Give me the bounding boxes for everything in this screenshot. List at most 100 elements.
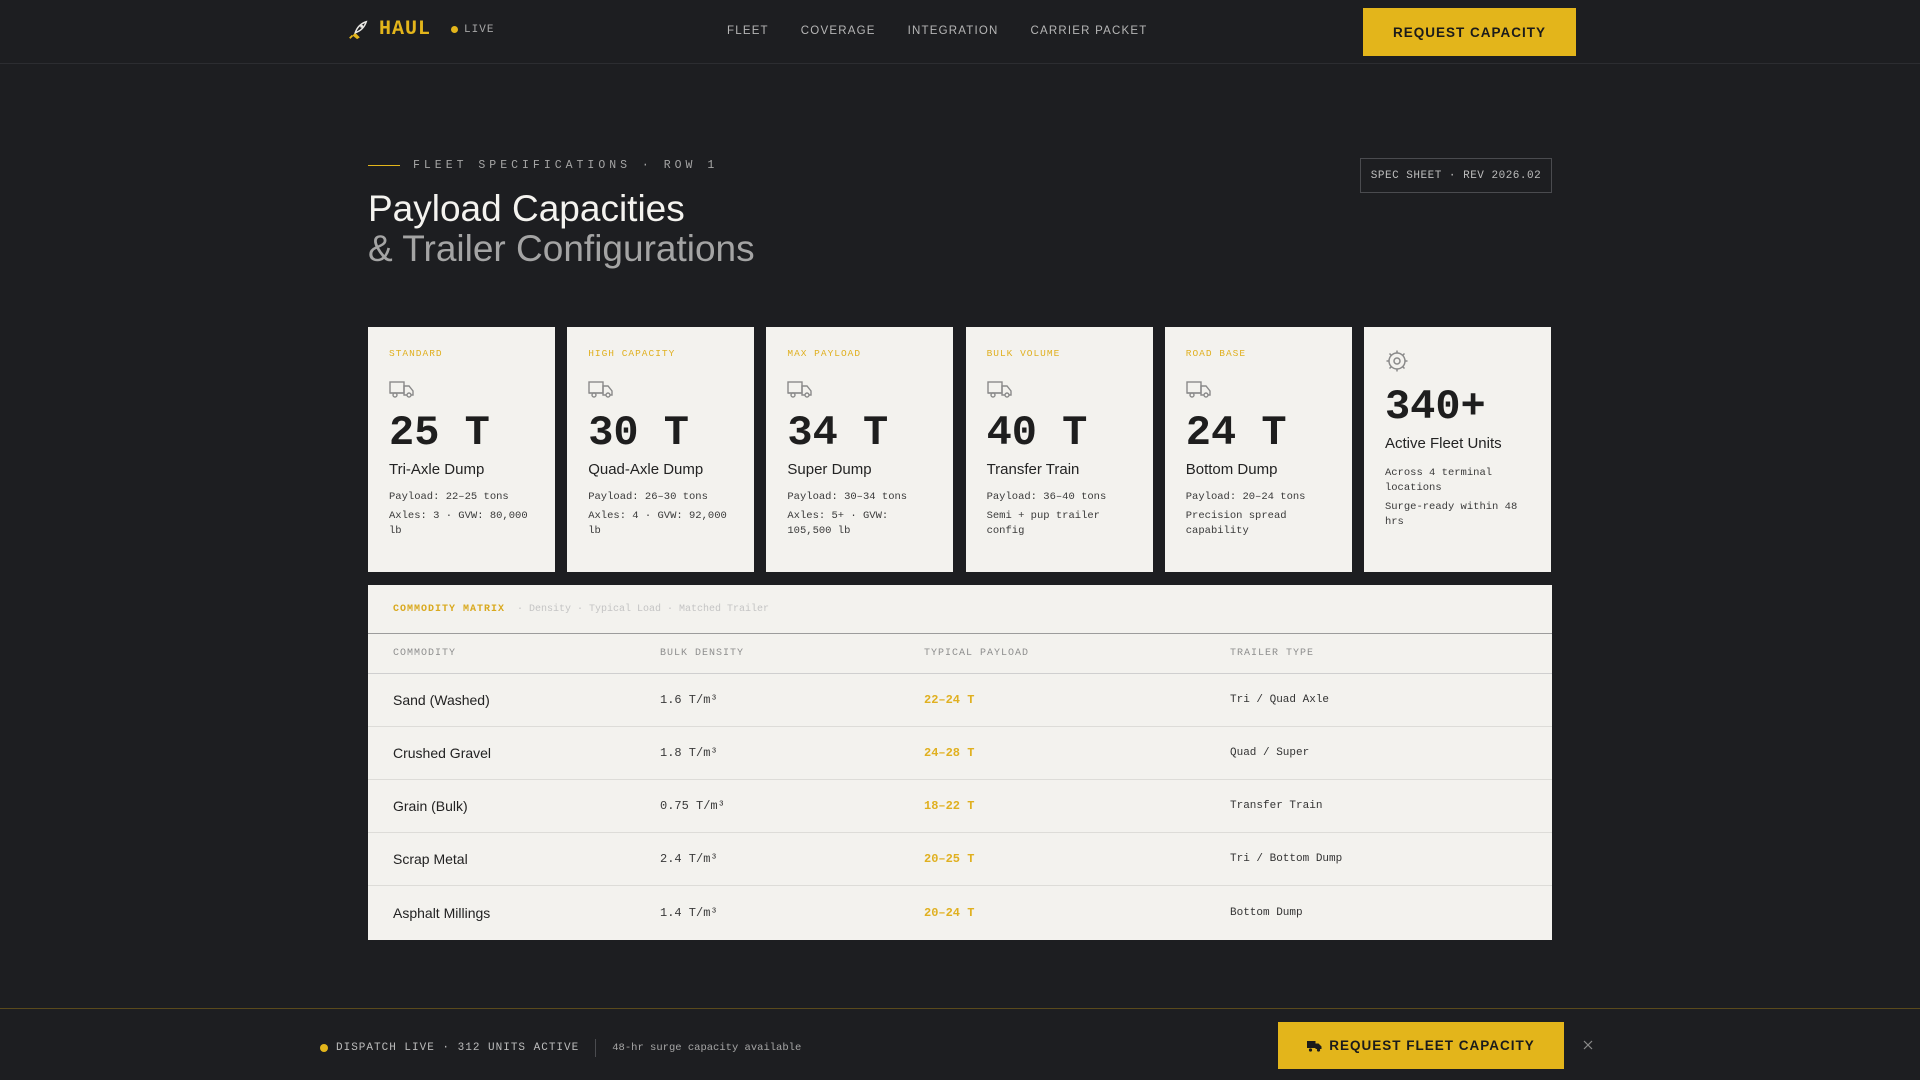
cell-payload: 22–24 T xyxy=(924,693,975,707)
cell-payload: 18–22 T xyxy=(924,799,975,813)
close-button[interactable] xyxy=(1580,1037,1596,1053)
nav-integration[interactable]: INTEGRATION xyxy=(908,25,999,37)
main-nav: FLEET COVERAGE INTEGRATION CARRIER PACKE… xyxy=(727,25,1179,37)
fleet-card-super-dump[interactable]: MAX PAYLOAD 34 T Super Dump Payload: 30–… xyxy=(766,327,954,572)
card-payload: Payload: 20–24 tons xyxy=(1185,491,1306,503)
brand[interactable]: HAUL LIVE xyxy=(347,18,494,41)
cell-trailer: Bottom Dump xyxy=(1230,906,1303,919)
truck-icon xyxy=(986,381,1012,398)
card-value: 30 T xyxy=(588,409,690,457)
cell-trailer: Tri / Bottom Dump xyxy=(1230,853,1343,865)
cell-density: 1.8 T/m³ xyxy=(660,746,718,760)
card-tag: ROAD BASE xyxy=(1185,348,1247,359)
nav-coverage[interactable]: COVERAGE xyxy=(801,25,876,37)
fleet-card-quad-axle[interactable]: HIGH CAPACITY 30 T Quad-Axle Dump Payloa… xyxy=(567,327,755,572)
card-surge: Surge-ready within 48 hrs xyxy=(1384,501,1518,528)
matrix-header: COMMODITY MATRIX · Density · Typical Loa… xyxy=(368,585,1552,634)
dispatch-dot xyxy=(320,1044,328,1052)
cta-label: REQUEST FLEET CAPACITY xyxy=(1329,1038,1535,1053)
dispatch-bar: DISPATCH LIVE · 312 UNITS ACTIVE 48-hr s… xyxy=(0,1008,1920,1080)
cell-payload: 20–25 T xyxy=(924,852,975,866)
table-row[interactable]: Crushed Gravel 1.8 T/m³ 24–28 T Quad / S… xyxy=(368,727,1552,780)
card-name: Quad-Axle Dump xyxy=(588,461,704,478)
truck-icon xyxy=(1307,1040,1322,1052)
gear-icon xyxy=(1386,350,1408,372)
card-payload: Payload: 30–34 tons xyxy=(787,491,908,503)
fleet-card-transfer-train[interactable]: BULK VOLUME 40 T Transfer Train Payload:… xyxy=(965,327,1153,572)
cell-density: 0.75 T/m³ xyxy=(660,799,725,813)
eyebrow-line xyxy=(368,165,400,166)
card-spec: Precision spread capability xyxy=(1185,510,1287,537)
truck-icon xyxy=(389,381,414,398)
card-tag: MAX PAYLOAD xyxy=(787,348,862,359)
table-row[interactable]: Sand (Washed) 1.6 T/m³ 22–24 T Tri / Qua… xyxy=(368,674,1552,727)
table-header-row: COMMODITY BULK DENSITY TYPICAL PAYLOAD T… xyxy=(368,634,1552,674)
cell-density: 2.4 T/m³ xyxy=(660,852,718,866)
cell-trailer: Tri / Quad Axle xyxy=(1230,694,1330,706)
matrix-title: COMMODITY MATRIX xyxy=(393,603,506,615)
card-spec: Axles: 5+ · GVW: 105,500 lb xyxy=(787,510,889,537)
surge-text: 48-hr surge capacity available xyxy=(612,1042,802,1054)
table-row[interactable]: Grain (Bulk) 0.75 T/m³ 18–22 T Transfer … xyxy=(368,780,1552,833)
fleet-card-active-units[interactable]: 340+ Active Fleet Units Across 4 termina… xyxy=(1363,327,1551,572)
cell-density: 1.4 T/m³ xyxy=(660,905,718,920)
divider xyxy=(595,1039,597,1057)
card-spec: Axles: 3 · GVW: 80,000 lb xyxy=(389,510,528,537)
request-fleet-capacity-button[interactable]: REQUEST FLEET CAPACITY xyxy=(1278,1022,1564,1069)
fleet-count: 340+ xyxy=(1384,383,1486,431)
fleet-card-tri-axle[interactable]: STANDARD 25 T Tri-Axle Dump Payload: 22–… xyxy=(368,327,555,572)
close-icon xyxy=(1583,1040,1593,1050)
cell-payload: 24–28 T xyxy=(924,746,975,760)
table-row[interactable]: Asphalt Millings 1.4 T/m³ 20–24 T Bottom… xyxy=(368,886,1552,939)
fleet-cards: STANDARD 25 T Tri-Axle Dump Payload: 22–… xyxy=(368,327,1551,572)
cell-density: 1.6 T/m³ xyxy=(660,693,718,707)
card-tag: HIGH CAPACITY xyxy=(588,348,676,359)
card-payload: Payload: 26–30 tons xyxy=(588,491,708,503)
card-value: 25 T xyxy=(389,409,490,457)
card-value: 24 T xyxy=(1185,409,1287,457)
dispatch-status: DISPATCH LIVE · 312 UNITS ACTIVE 48-hr s… xyxy=(320,1039,801,1057)
card-locations: Across 4 terminal locations xyxy=(1384,467,1493,494)
fleet-card-bottom-dump[interactable]: ROAD BASE 24 T Bottom Dump Payload: 20–2… xyxy=(1164,327,1352,572)
card-name: Active Fleet Units xyxy=(1384,435,1502,452)
truck-icon xyxy=(1186,381,1211,398)
live-indicator: LIVE xyxy=(451,24,494,36)
nav-fleet[interactable]: FLEET xyxy=(727,25,769,37)
cell-payload: 20–24 T xyxy=(924,905,975,920)
live-dot xyxy=(451,26,459,33)
card-tag: BULK VOLUME xyxy=(986,348,1061,359)
cell-trailer: Quad / Super xyxy=(1230,747,1310,759)
card-name: Super Dump xyxy=(787,461,872,478)
cell-commodity: Asphalt Millings xyxy=(393,904,491,921)
cell-commodity: Sand (Washed) xyxy=(393,692,490,708)
col-commodity: COMMODITY xyxy=(393,648,457,659)
card-tag: STANDARD xyxy=(389,348,443,359)
card-spec: Axles: 4 · GVW: 92,000 lb xyxy=(588,510,727,537)
nav-carrier-packet[interactable]: CARRIER PACKET xyxy=(1031,25,1148,37)
page-subtitle: & Trailer Configurations xyxy=(368,228,755,269)
matrix-subtitle: · Density · Typical Load · Matched Trail… xyxy=(517,603,770,615)
rocket-icon xyxy=(349,20,368,39)
cell-trailer: Transfer Train xyxy=(1230,800,1323,812)
col-typical-payload: TYPICAL PAYLOAD xyxy=(924,648,1030,659)
request-capacity-button[interactable]: REQUEST CAPACITY xyxy=(1363,8,1576,56)
col-trailer-type: TRAILER TYPE xyxy=(1230,648,1315,659)
truck-icon xyxy=(588,381,613,398)
card-spec: Semi + pup trailer config xyxy=(986,510,1100,537)
card-payload: Payload: 36–40 tons xyxy=(986,491,1107,503)
page-title: Payload Capacities xyxy=(368,188,685,229)
commodity-matrix: COMMODITY MATRIX · Density · Typical Loa… xyxy=(368,585,1552,940)
cell-commodity: Crushed Gravel xyxy=(393,745,492,761)
eyebrow-text: FLEET SPECIFICATIONS · ROW 1 xyxy=(413,159,719,172)
spec-sheet-badge: SPEC SHEET · REV 2026.02 xyxy=(1360,158,1552,193)
col-bulk-density: BULK DENSITY xyxy=(660,648,745,659)
table-row[interactable]: Scrap Metal 2.4 T/m³ 20–25 T Tri / Botto… xyxy=(368,833,1552,886)
card-value: 34 T xyxy=(787,409,889,457)
section-eyebrow: FLEET SPECIFICATIONS · ROW 1 xyxy=(368,159,718,172)
truck-icon xyxy=(787,381,813,398)
card-name: Tri-Axle Dump xyxy=(389,461,485,478)
cell-commodity: Grain (Bulk) xyxy=(393,798,468,814)
live-label: LIVE xyxy=(464,23,495,36)
cell-commodity: Scrap Metal xyxy=(393,851,468,867)
top-navigation: HAUL LIVE FLEET COVERAGE INTEGRATION CAR… xyxy=(0,0,1920,64)
